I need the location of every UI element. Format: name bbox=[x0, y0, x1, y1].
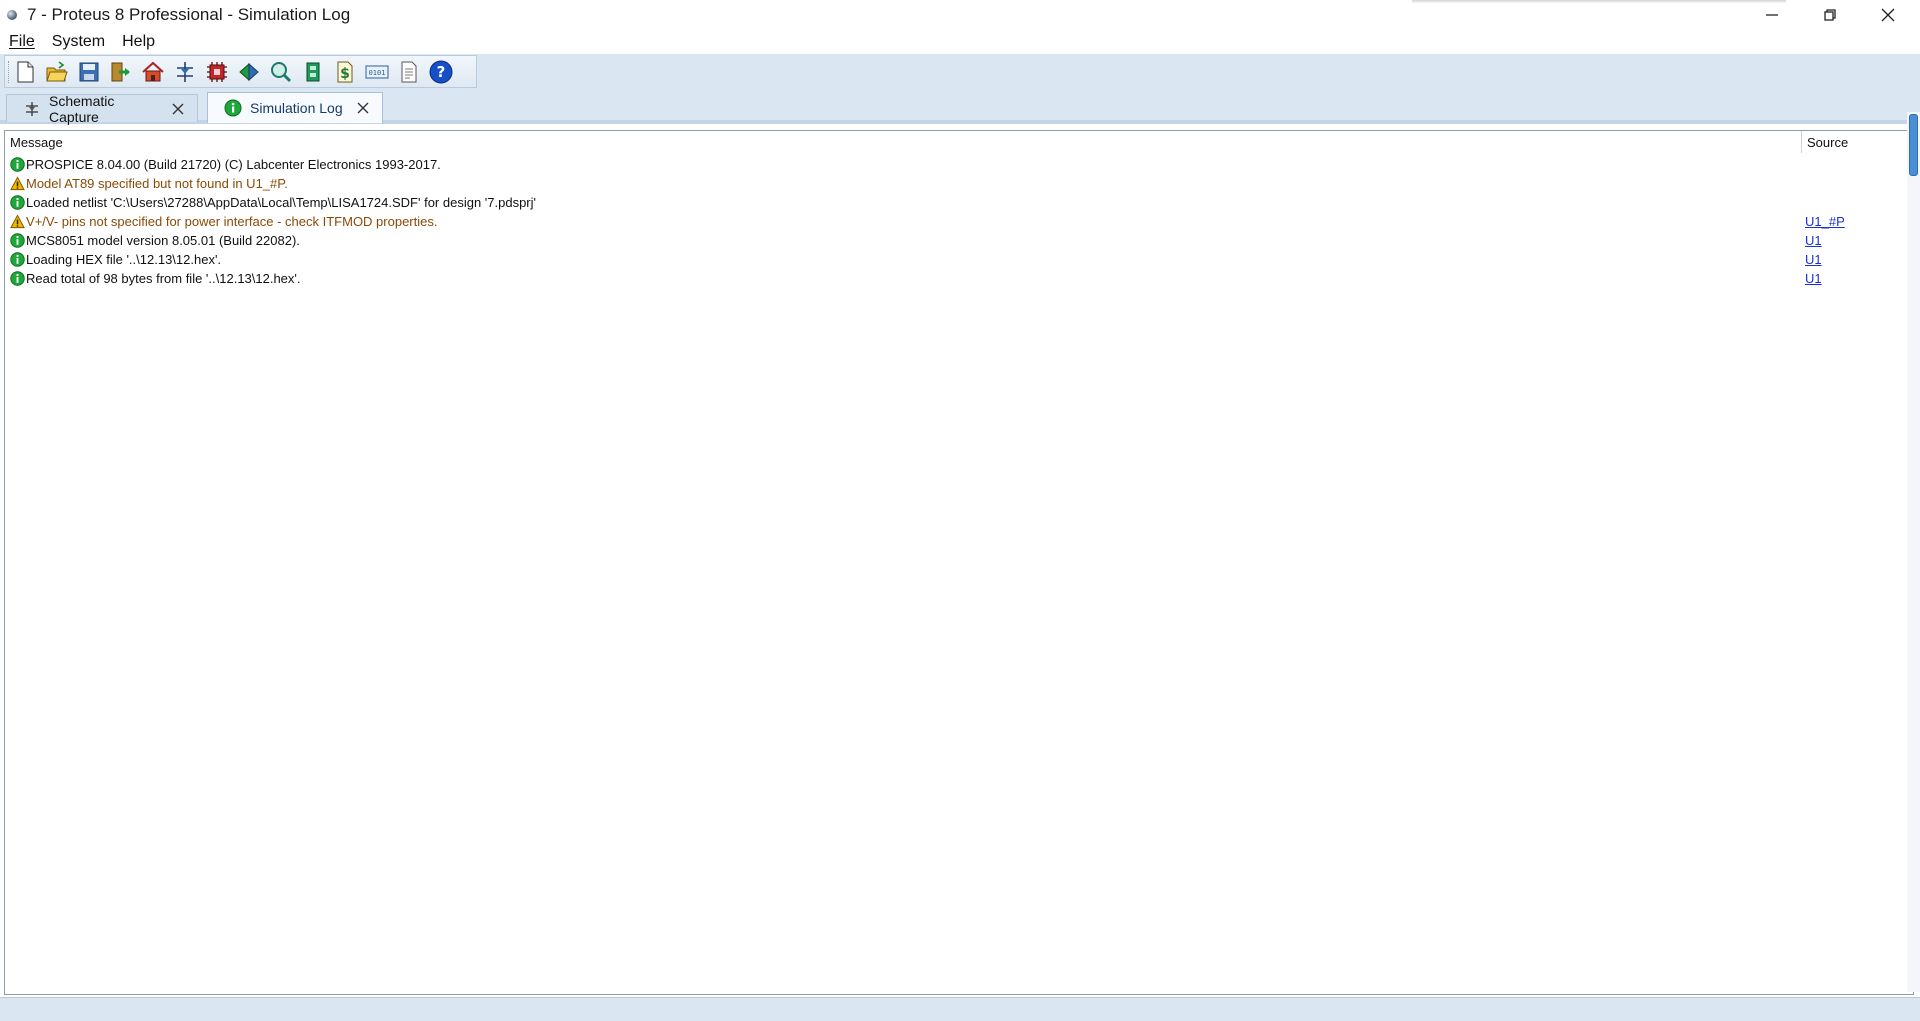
gerber-viewer-button[interactable] bbox=[265, 57, 297, 87]
svg-text:?: ? bbox=[437, 63, 446, 81]
help-icon: ? bbox=[429, 60, 453, 83]
log-source-link[interactable]: U1_#P bbox=[1805, 214, 1845, 229]
new-project-button[interactable] bbox=[9, 57, 41, 87]
warning-icon bbox=[9, 176, 25, 192]
log-message: V+/V- pins not specified for power inter… bbox=[26, 214, 438, 229]
home-page-icon bbox=[142, 61, 164, 81]
schematic-capture-button[interactable] bbox=[169, 57, 201, 87]
log-row[interactable]: V+/V- pins not specified for power inter… bbox=[9, 212, 1909, 231]
svg-text:0101: 0101 bbox=[369, 69, 386, 77]
info-icon bbox=[9, 157, 25, 173]
open-project-button[interactable] bbox=[41, 57, 73, 87]
tab-label: Simulation Log bbox=[250, 100, 343, 116]
project-notes-button[interactable] bbox=[393, 57, 425, 87]
document-tab-bar: Schematic Capture Simulation Log bbox=[0, 89, 1920, 125]
main-toolbar: $ 0101 ? bbox=[4, 55, 477, 88]
design-explorer-icon bbox=[306, 62, 320, 81]
log-source-link[interactable]: U1 bbox=[1805, 271, 1822, 286]
proteus-app-icon[interactable] bbox=[7, 10, 17, 20]
minimize-icon bbox=[1766, 14, 1778, 16]
vertical-scrollbar[interactable] bbox=[1907, 112, 1920, 992]
open-project-icon bbox=[46, 60, 68, 81]
svg-text:$: $ bbox=[340, 66, 350, 82]
tab-label: Schematic Capture bbox=[49, 92, 115, 125]
scrollbar-thumb[interactable] bbox=[1909, 114, 1918, 176]
close-project-button[interactable] bbox=[105, 57, 137, 87]
source-code-button[interactable]: 0101 bbox=[361, 57, 393, 87]
tab-schematic-capture[interactable]: Schematic Capture bbox=[6, 92, 198, 125]
pcb-layout-icon bbox=[207, 61, 227, 82]
new-project-icon bbox=[17, 61, 34, 82]
title-bar: 7 - Proteus 8 Professional - Simulation … bbox=[0, 0, 1920, 30]
info-icon bbox=[9, 252, 25, 268]
bill-of-materials-icon: $ bbox=[337, 61, 353, 82]
log-source-link[interactable]: U1 bbox=[1805, 233, 1822, 248]
log-row[interactable]: PROSPICE 8.04.00 (Build 21720) (C) Labce… bbox=[9, 155, 1909, 174]
save-project-button[interactable] bbox=[73, 57, 105, 87]
tab-close-button[interactable] bbox=[352, 97, 374, 119]
close-window-button[interactable] bbox=[1859, 0, 1917, 30]
gerber-viewer-icon bbox=[271, 61, 292, 82]
log-message: Read total of 98 bytes from file '..\12.… bbox=[26, 271, 301, 286]
column-header-source[interactable]: Source bbox=[1801, 131, 1911, 153]
schematic-capture-icon bbox=[177, 61, 193, 82]
restore-button[interactable] bbox=[1801, 0, 1859, 30]
close-icon bbox=[1881, 8, 1895, 22]
toolbar-row: $ 0101 ? bbox=[0, 54, 1920, 89]
warning-icon bbox=[9, 214, 25, 230]
menu-file[interactable]: File bbox=[6, 33, 44, 51]
tab-close-button[interactable] bbox=[167, 98, 189, 120]
log-message: Loading HEX file '..\12.13\12.hex'. bbox=[26, 252, 222, 267]
info-icon bbox=[9, 233, 25, 249]
log-message: MCS8051 model version 8.05.01 (Build 220… bbox=[26, 233, 300, 248]
source-code-icon: 0101 bbox=[365, 65, 389, 78]
pcb-layout-button[interactable] bbox=[201, 57, 233, 87]
close-icon bbox=[357, 102, 369, 114]
menu-system[interactable]: System bbox=[49, 33, 114, 51]
simulation-log-panel: Message Source PROSPICE 8.04.00 (Build 2… bbox=[4, 130, 1914, 995]
menu-help[interactable]: Help bbox=[119, 33, 164, 51]
home-page-button[interactable] bbox=[137, 57, 169, 87]
save-project-icon bbox=[79, 62, 99, 81]
log-source-link[interactable]: U1 bbox=[1805, 252, 1822, 267]
toolbar-grip[interactable] bbox=[8, 61, 10, 83]
restore-icon bbox=[1824, 9, 1836, 21]
info-icon bbox=[9, 271, 25, 287]
help-button[interactable]: ? bbox=[425, 57, 457, 87]
info-icon bbox=[224, 99, 242, 117]
tab-simulation-log[interactable]: Simulation Log bbox=[207, 92, 383, 123]
log-message: PROSPICE 8.04.00 (Build 21720) (C) Labce… bbox=[26, 157, 441, 172]
design-explorer-button[interactable] bbox=[297, 57, 329, 87]
close-icon bbox=[172, 103, 184, 114]
log-message: Model AT89 specified but not found in U1… bbox=[26, 176, 288, 191]
info-icon bbox=[9, 195, 25, 211]
3d-visualizer-icon bbox=[239, 62, 259, 81]
minimize-button[interactable] bbox=[1743, 0, 1801, 30]
column-header-message[interactable]: Message bbox=[10, 131, 1798, 153]
status-bar bbox=[0, 997, 1920, 1021]
menu-bar: File System Help bbox=[0, 30, 1920, 54]
log-row[interactable]: Loaded netlist 'C:\Users\27288\AppData\L… bbox=[9, 193, 1909, 212]
close-project-icon bbox=[111, 62, 130, 81]
project-notes-icon bbox=[401, 61, 417, 82]
3d-visualizer-button[interactable] bbox=[233, 57, 265, 87]
bill-of-materials-button[interactable]: $ bbox=[329, 57, 361, 87]
log-row[interactable]: Model AT89 specified but not found in U1… bbox=[9, 174, 1909, 193]
log-message: Loaded netlist 'C:\Users\27288\AppData\L… bbox=[26, 195, 536, 210]
log-row[interactable]: Read total of 98 bytes from file '..\12.… bbox=[9, 269, 1909, 288]
window-title: 7 - Proteus 8 Professional - Simulation … bbox=[27, 5, 351, 24]
log-row[interactable]: MCS8051 model version 8.05.01 (Build 220… bbox=[9, 231, 1909, 250]
overlay-shadow bbox=[1412, 0, 1786, 3]
schematic-icon bbox=[23, 100, 41, 118]
log-row[interactable]: Loading HEX file '..\12.13\12.hex'. U1 bbox=[9, 250, 1909, 269]
